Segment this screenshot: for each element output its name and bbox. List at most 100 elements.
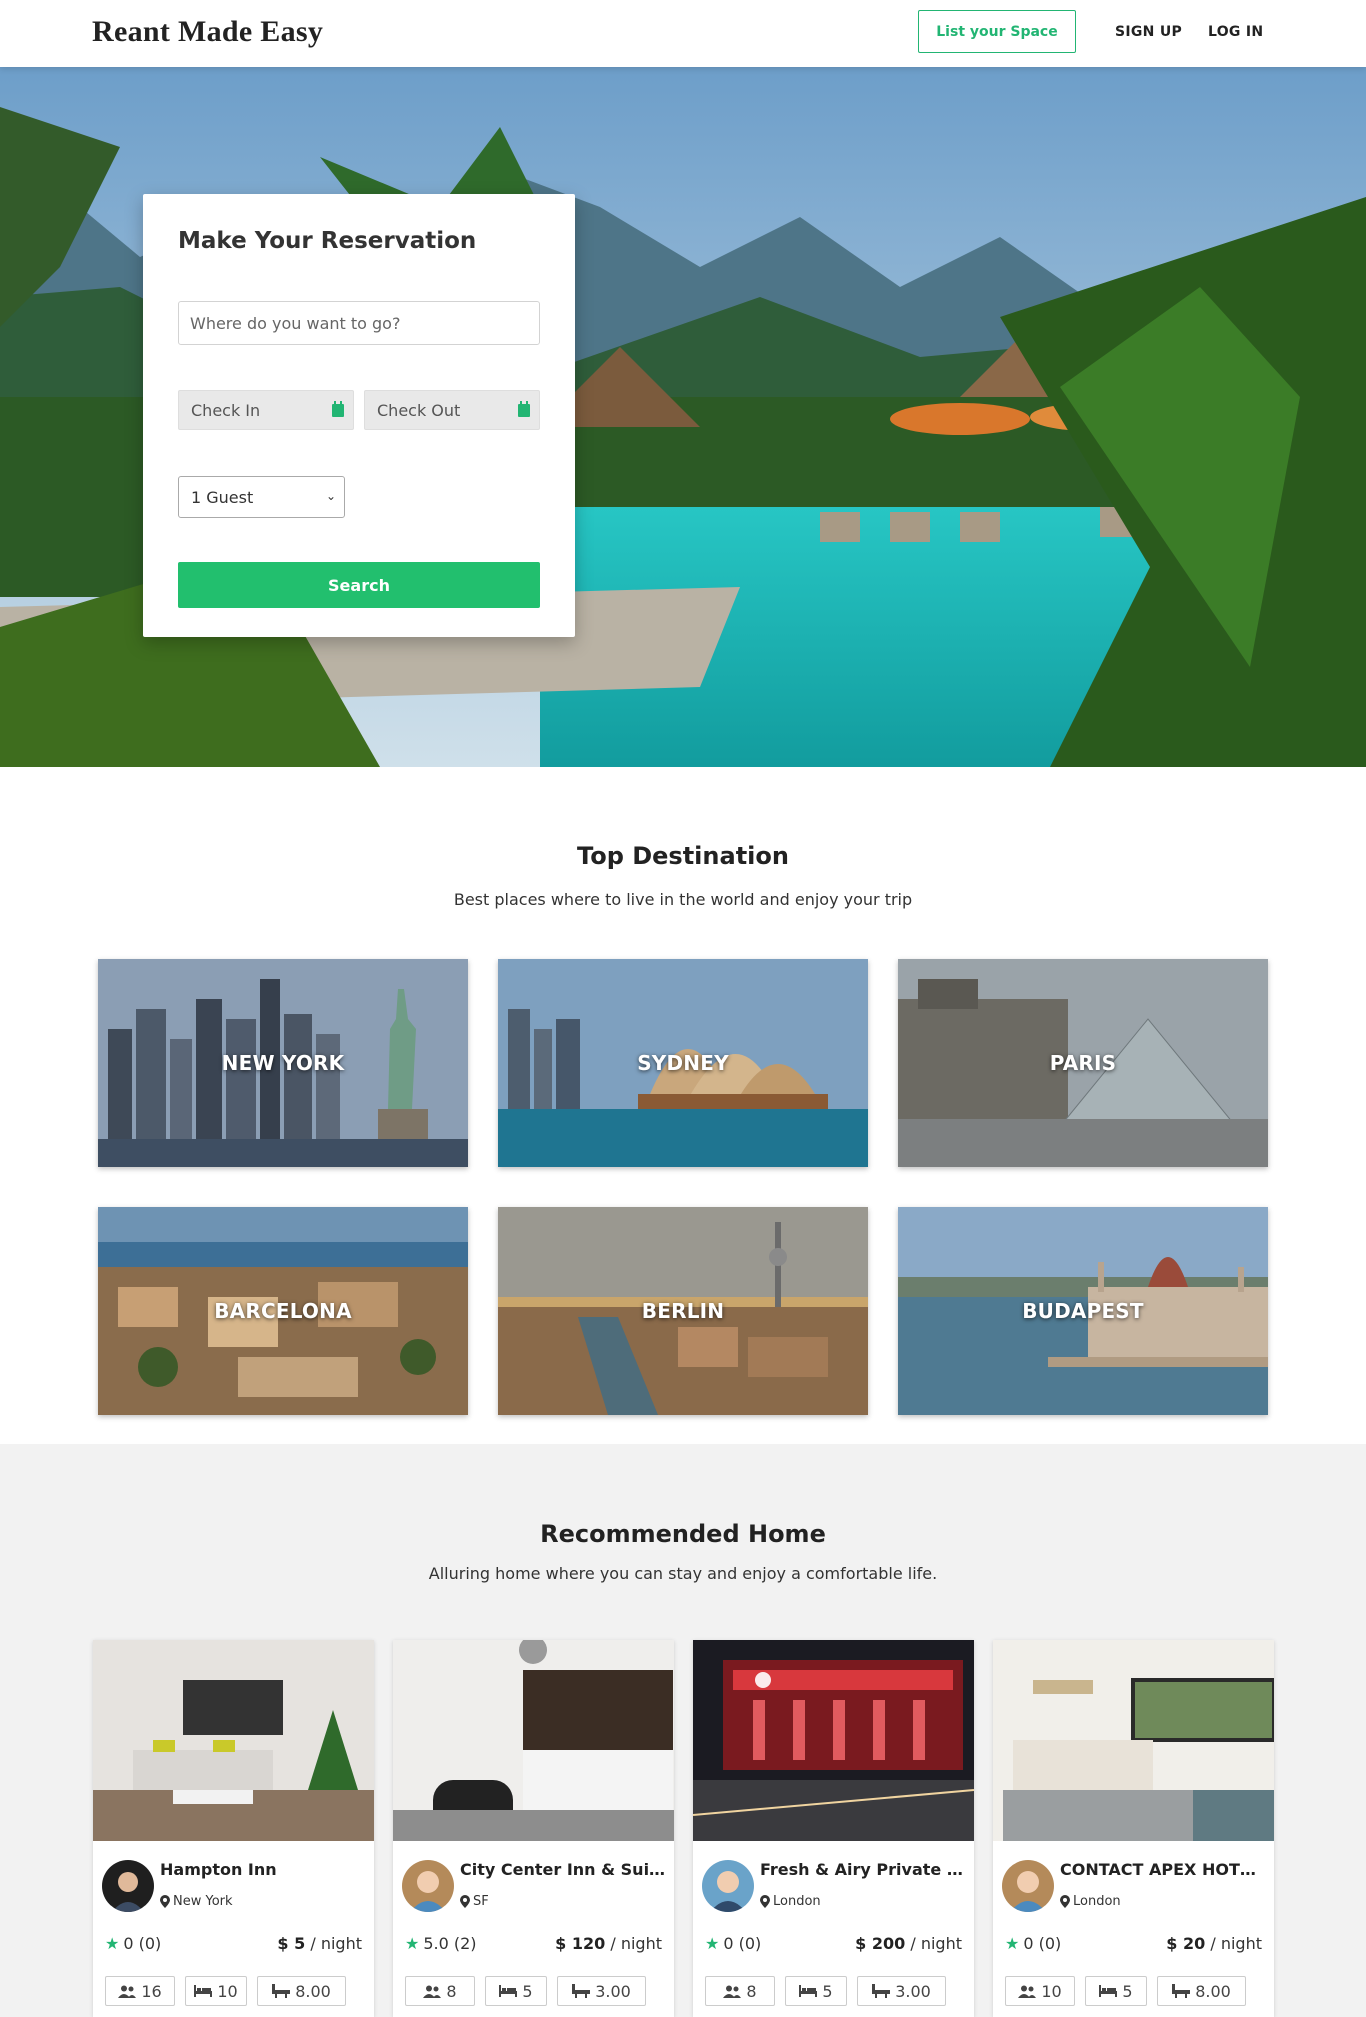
- home-card[interactable]: CONTACT APEX HOTELS London ★ 0 (0) $ 20 …: [993, 1640, 1274, 2017]
- recommended-title: Recommended Home: [540, 1520, 826, 1548]
- price-unit: / night: [1210, 1934, 1262, 1953]
- beds-count: 10: [185, 1976, 247, 2006]
- beds-count: 5: [485, 1976, 547, 2006]
- destination-card-barcelona[interactable]: BARCELONA: [98, 1207, 468, 1415]
- home-rating: ★ 0 (0): [705, 1934, 761, 1953]
- destination-label: NEW YORK: [221, 1051, 345, 1075]
- destination-input[interactable]: Where do you want to go?: [178, 301, 540, 345]
- chevron-down-icon: ⌄: [325, 489, 336, 503]
- calendar-icon: [332, 401, 344, 417]
- list-your-space-button[interactable]: List your Space: [918, 10, 1076, 53]
- bed-icon: [194, 1985, 213, 1997]
- top-destination-subtitle: Best places where to live in the world a…: [453, 890, 913, 909]
- home-name[interactable]: City Center Inn & Suites: [460, 1860, 666, 1879]
- beds-value: 5: [1122, 1981, 1133, 2001]
- destination-card-budapest[interactable]: BUDAPEST: [898, 1207, 1268, 1415]
- map-pin-icon: [160, 1895, 170, 1908]
- home-image[interactable]: [393, 1640, 674, 1841]
- home-card[interactable]: City Center Inn & Suites SF ★ 5.0 (2) $ …: [393, 1640, 674, 2017]
- site-logo[interactable]: Reant Made Easy: [92, 15, 323, 49]
- sign-up-link[interactable]: SIGN UP: [1115, 24, 1182, 40]
- guests-value: 10: [1041, 1981, 1062, 2001]
- reservation-title: Make Your Reservation: [178, 228, 477, 254]
- home-location: London: [1060, 1894, 1121, 1909]
- map-pin-icon: [460, 1895, 470, 1908]
- bath-icon: [572, 1984, 591, 1998]
- beds-value: 5: [522, 1981, 533, 2001]
- beds-value: 10: [217, 1981, 238, 2001]
- home-rating: ★ 0 (0): [105, 1934, 161, 1953]
- rating-text: 5.0 (2): [423, 1934, 477, 1953]
- home-image[interactable]: [993, 1640, 1274, 1841]
- guests-select[interactable]: 1 Guest ⌄: [178, 476, 345, 518]
- price-unit: / night: [910, 1934, 962, 1953]
- beds-count: 5: [1085, 1976, 1147, 2006]
- baths-count: 8.00: [1157, 1976, 1246, 2006]
- check-out-field[interactable]: Check Out: [364, 390, 540, 430]
- host-avatar[interactable]: [102, 1860, 154, 1912]
- guests-value: 8: [746, 1981, 757, 2001]
- guests-value: 16: [141, 1981, 162, 2001]
- living-room-photo: [93, 1640, 374, 1841]
- baths-value: 3.00: [595, 1981, 631, 2001]
- guests-count: 8: [705, 1976, 775, 2006]
- check-in-field[interactable]: Check In: [178, 390, 354, 430]
- baths-value: 8.00: [295, 1981, 331, 2001]
- recommended-subtitle: Alluring home where you can stay and enj…: [428, 1564, 938, 1583]
- location-text: New York: [173, 1894, 233, 1909]
- destination-card-paris[interactable]: PARIS: [898, 959, 1268, 1167]
- check-in-label: Check In: [191, 400, 261, 420]
- price-value: $ 5: [277, 1934, 306, 1953]
- home-location: SF: [460, 1894, 489, 1909]
- price-unit: / night: [610, 1934, 662, 1953]
- building-night-photo: [693, 1640, 974, 1841]
- reservation-card: Make Your Reservation Where do you want …: [143, 194, 575, 637]
- rating-text: 0 (0): [123, 1934, 162, 1953]
- destination-card-sydney[interactable]: SYDNEY: [498, 959, 868, 1167]
- star-icon: ★: [705, 1934, 720, 1953]
- top-navbar: Reant Made Easy List your Space SIGN UP …: [0, 0, 1366, 67]
- home-card[interactable]: Fresh & Airy Private Bus... London ★ 0 (…: [693, 1640, 974, 2017]
- home-price: $ 5 / night: [277, 1934, 362, 1953]
- location-text: London: [1073, 1894, 1121, 1909]
- home-card[interactable]: Hampton Inn New York ★ 0 (0) $ 5 / night…: [93, 1640, 374, 2017]
- hotel-bedroom-photo: [993, 1640, 1274, 1841]
- calendar-icon: [518, 401, 530, 417]
- home-price: $ 120 / night: [555, 1934, 662, 1953]
- bed-icon: [1099, 1985, 1118, 1997]
- home-price: $ 200 / night: [855, 1934, 962, 1953]
- host-avatar[interactable]: [402, 1860, 454, 1912]
- log-in-link[interactable]: LOG IN: [1208, 24, 1263, 40]
- users-icon: [118, 1985, 137, 1998]
- host-avatar[interactable]: [702, 1860, 754, 1912]
- bath-icon: [1172, 1984, 1191, 1998]
- bed-icon: [499, 1985, 518, 1997]
- search-button[interactable]: Search: [178, 562, 540, 608]
- host-avatar[interactable]: [1002, 1860, 1054, 1912]
- home-rating: ★ 0 (0): [1005, 1934, 1061, 1953]
- guests-count: 16: [105, 1976, 175, 2006]
- guests-value: 1 Guest: [191, 487, 254, 507]
- home-rating: ★ 5.0 (2): [405, 1934, 477, 1953]
- check-out-label: Check Out: [377, 400, 461, 420]
- baths-value: 3.00: [895, 1981, 931, 2001]
- star-icon: ★: [1005, 1934, 1020, 1953]
- home-price: $ 20 / night: [1166, 1934, 1262, 1953]
- bed-icon: [799, 1985, 818, 1997]
- beds-value: 5: [822, 1981, 833, 2001]
- home-image[interactable]: [693, 1640, 974, 1841]
- home-location: New York: [160, 1894, 233, 1909]
- map-pin-icon: [1060, 1895, 1070, 1908]
- baths-count: 8.00: [257, 1976, 346, 2006]
- guests-count: 8: [405, 1976, 475, 2006]
- home-name[interactable]: Hampton Inn: [160, 1860, 366, 1879]
- home-name[interactable]: CONTACT APEX HOTELS: [1060, 1860, 1266, 1879]
- home-image[interactable]: [93, 1640, 374, 1841]
- destination-card-new-york[interactable]: NEW YORK: [98, 959, 468, 1167]
- star-icon: ★: [105, 1934, 120, 1953]
- home-name[interactable]: Fresh & Airy Private Bus...: [760, 1860, 966, 1879]
- destination-card-berlin[interactable]: BERLIN: [498, 1207, 868, 1415]
- destination-label: BUDAPEST: [1022, 1299, 1144, 1323]
- bedroom-photo: [393, 1640, 674, 1841]
- guests-value: 8: [446, 1981, 457, 2001]
